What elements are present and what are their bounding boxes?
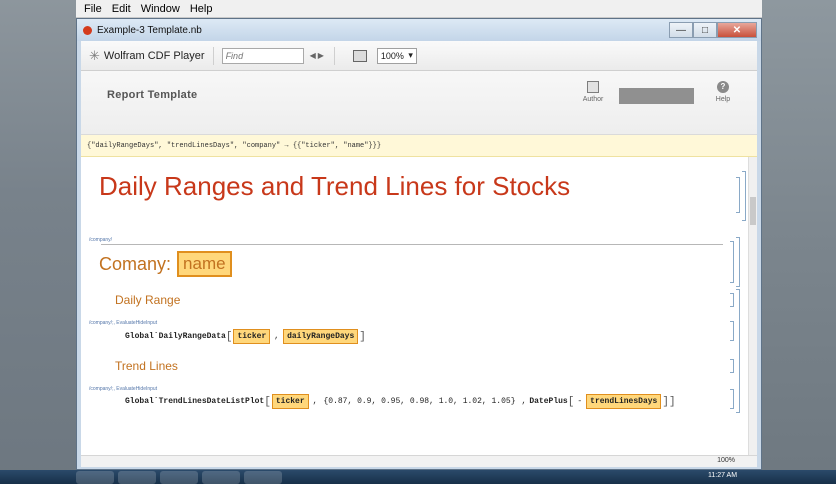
print-icon[interactable] [352,49,367,62]
minimize-button[interactable]: — [669,22,693,38]
report-title: Report Template [107,89,198,101]
cell-tag: /company/ [89,237,113,243]
window-controls: — □ ✕ [669,22,757,38]
ticker-slot[interactable]: ticker [271,394,309,409]
trend-lines-code: Global`TrendLinesDateListPlot [ ticker ,… [125,394,676,409]
author-button[interactable]: Author [579,81,607,103]
window-titlebar[interactable]: Example-3 Template.nb [77,19,761,41]
desktop-background-right [762,0,836,484]
company-heading: Comany: name [99,251,232,277]
trend-lines-function: Global`TrendLinesDateListPlot [125,397,265,406]
menu-bar: File Edit Window Help [76,0,762,18]
player-toolbar: ✳ Wolfram CDF Player ◀▶ 100% ▾ [81,41,757,71]
report-header: Report Template Author ? Help [81,71,757,135]
taskbar-item[interactable] [160,471,198,484]
cell-bracket[interactable] [730,241,734,283]
daily-range-heading: Daily Range [115,293,181,307]
taskbar-item[interactable] [118,471,156,484]
author-label: Author [582,96,604,103]
company-name-slot[interactable]: name [177,251,232,277]
cell-bracket[interactable] [736,177,740,213]
scrollbar-thumb[interactable] [750,197,756,225]
app-name: Wolfram CDF Player [103,49,205,62]
taskbar-clock: 11:27 AM [708,472,738,479]
cell-bracket[interactable] [736,237,740,287]
cell-bracket[interactable] [730,293,734,307]
help-button[interactable]: ? Help [711,81,735,103]
notebook-title: Daily Ranges and Trend Lines for Stocks [99,171,571,201]
toolbar-divider [333,46,335,65]
player-content: ✳ Wolfram CDF Player ◀▶ 100% ▾ Report Te… [81,41,757,467]
trend-lines-days-slot[interactable]: trendLinesDays [586,394,662,409]
cell-tag: /company/;, EvaluateHideInput [89,320,158,326]
help-icon: ? [717,81,729,93]
taskbar-item[interactable] [202,471,240,484]
cell-bracket[interactable] [730,359,734,373]
daily-range-days-slot[interactable]: dailyRangeDays [283,329,359,344]
zoom-value: 100% [380,50,404,61]
cell-bracket[interactable] [742,171,746,221]
template-variables-bar: {"dailyRangeDays", "trendLinesDays", "co… [81,135,757,157]
status-zoom[interactable]: 100% [717,457,735,464]
desktop-background-left [0,0,76,484]
cdf-player-window: Example-3 Template.nb — □ ✕ ✳ Wolfram CD… [76,18,762,470]
cell-bracket[interactable] [736,289,740,413]
menu-edit[interactable]: Edit [112,3,131,15]
taskbar: 11:27 AM [0,470,836,484]
menu-window[interactable]: Window [141,3,180,15]
maximize-button[interactable]: □ [693,22,717,38]
find-prev-next-icon[interactable]: ◀▶ [310,51,326,60]
trend-lines-heading: Trend Lines [115,359,178,373]
status-bar: 100% [81,455,757,467]
find-input[interactable] [221,47,304,64]
wolfram-app-icon [83,25,92,35]
daily-range-code: Global`DailyRangeData [ ticker , dailyRa… [125,329,366,344]
menu-help[interactable]: Help [190,3,213,15]
cell-bracket[interactable] [730,389,734,409]
menu-file[interactable]: File [84,3,102,15]
cell-divider [101,244,723,245]
cell-bracket[interactable] [730,321,734,341]
notebook-content: Daily Ranges and Trend Lines for Stocks … [81,157,757,466]
help-label: Help [715,96,731,103]
vertical-scrollbar[interactable] [748,157,757,467]
cell-tag: /company/;, EvaluateHideInput [89,386,158,392]
window-title: Example-3 Template.nb [97,24,202,36]
wolfram-star-icon: ✳ [89,47,100,63]
dateplus-function: DatePlus [529,397,568,406]
wolfram-logo: ✳ Wolfram CDF Player [89,48,205,64]
ticker-slot[interactable]: ticker [233,329,271,344]
chevron-down-icon: ▾ [408,50,413,60]
daily-range-function: Global`DailyRangeData [125,332,226,341]
author-name-field[interactable] [619,88,694,104]
company-label: Comany: [99,253,172,274]
author-icon [587,81,599,93]
zoom-select[interactable]: 100% ▾ [376,47,417,64]
weights-list: {0.87, 0.9, 0.95, 0.98, 1.0, 1.02, 1.05} [323,397,516,406]
close-button[interactable]: ✕ [717,22,757,38]
toolbar-divider [212,46,214,65]
taskbar-item[interactable] [76,471,114,484]
taskbar-item[interactable] [244,471,282,484]
